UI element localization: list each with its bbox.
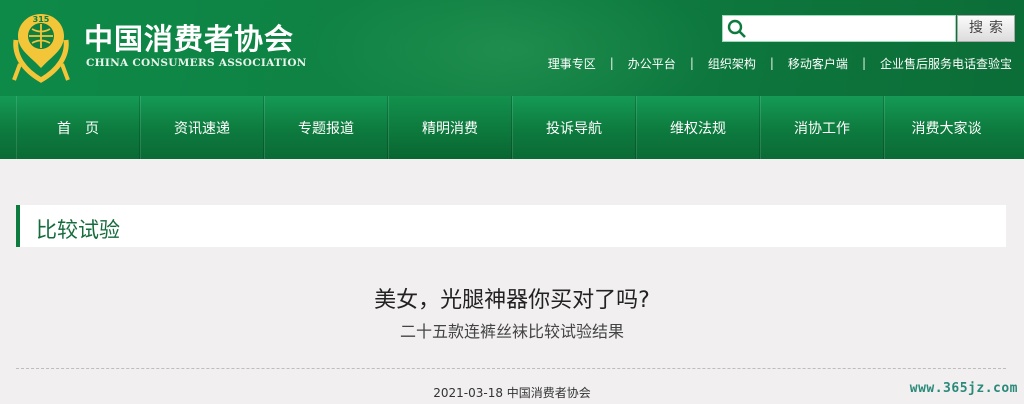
site-header: 315 中国消费者协会 CHINA CONSUMERS ASSOCIATION … (0, 0, 1024, 96)
nav-item-label: 消费大家谈 (911, 120, 982, 137)
nav-item-news[interactable]: 资讯速递 (140, 96, 264, 159)
watermark: www.365jz.com (909, 381, 1018, 396)
nav-item-label: 投诉导航 (546, 120, 602, 137)
nav-item-home[interactable]: 首页 (16, 96, 140, 159)
link-separator: | (861, 56, 866, 70)
nav-item-discussion[interactable]: 消费大家谈 (884, 96, 1008, 159)
nav-item-label: 精明消费 (422, 120, 478, 137)
nav-item-complaint-guide[interactable]: 投诉导航 (512, 96, 636, 159)
nav-item-association-work[interactable]: 消协工作 (760, 96, 884, 159)
nav-item-label: 资讯速递 (174, 120, 230, 137)
article-subtitle: 二十五款连裤丝袜比较试验结果 (399, 322, 624, 341)
search-icon (727, 19, 746, 38)
site-title-en: CHINA CONSUMERS ASSOCIATION (86, 57, 307, 69)
nav-item-label: 维权法规 (670, 120, 726, 137)
svg-text:315: 315 (33, 15, 50, 24)
link-separator: | (689, 56, 694, 70)
link-separator: | (769, 56, 774, 70)
top-link-council[interactable]: 理事专区 (548, 55, 596, 72)
top-links: 理事专区 | 办公平台 | 组织架构 | 移动客户端 | 企业售后服务电话查验宝 (548, 55, 1012, 71)
nav-item-label: 专题报道 (298, 120, 354, 137)
section-header: 比较试验 (16, 205, 1006, 247)
top-link-mobile[interactable]: 移动客户端 (788, 55, 848, 72)
search-input[interactable] (722, 15, 956, 42)
site-title-cn[interactable]: 中国消费者协会 (84, 16, 294, 58)
logo-emblem-icon[interactable]: 315 (8, 10, 74, 86)
search-button[interactable]: 搜索 (957, 15, 1015, 42)
main-nav: 首页 资讯速递 专题报道 精明消费 投诉导航 维权法规 消协工作 消费大家谈 (0, 96, 1024, 159)
article-meta: 2021-03-18 中国消费者协会 (433, 386, 591, 400)
nav-item-regulations[interactable]: 维权法规 (636, 96, 760, 159)
link-separator: | (609, 56, 614, 70)
nav-item-special-reports[interactable]: 专题报道 (264, 96, 388, 159)
divider (16, 368, 1006, 369)
header-glow (300, 0, 720, 96)
top-link-office[interactable]: 办公平台 (628, 55, 676, 72)
article-title: 美女，光腿神器你买对了吗? (374, 288, 650, 313)
section-title: 比较试验 (36, 218, 120, 242)
top-link-organization[interactable]: 组织架构 (708, 55, 756, 72)
nav-item-smart-consumption[interactable]: 精明消费 (388, 96, 512, 159)
nav-item-label: 消协工作 (794, 120, 850, 137)
nav-item-label: 首页 (57, 120, 113, 137)
top-link-service-check[interactable]: 企业售后服务电话查验宝 (880, 55, 1012, 72)
